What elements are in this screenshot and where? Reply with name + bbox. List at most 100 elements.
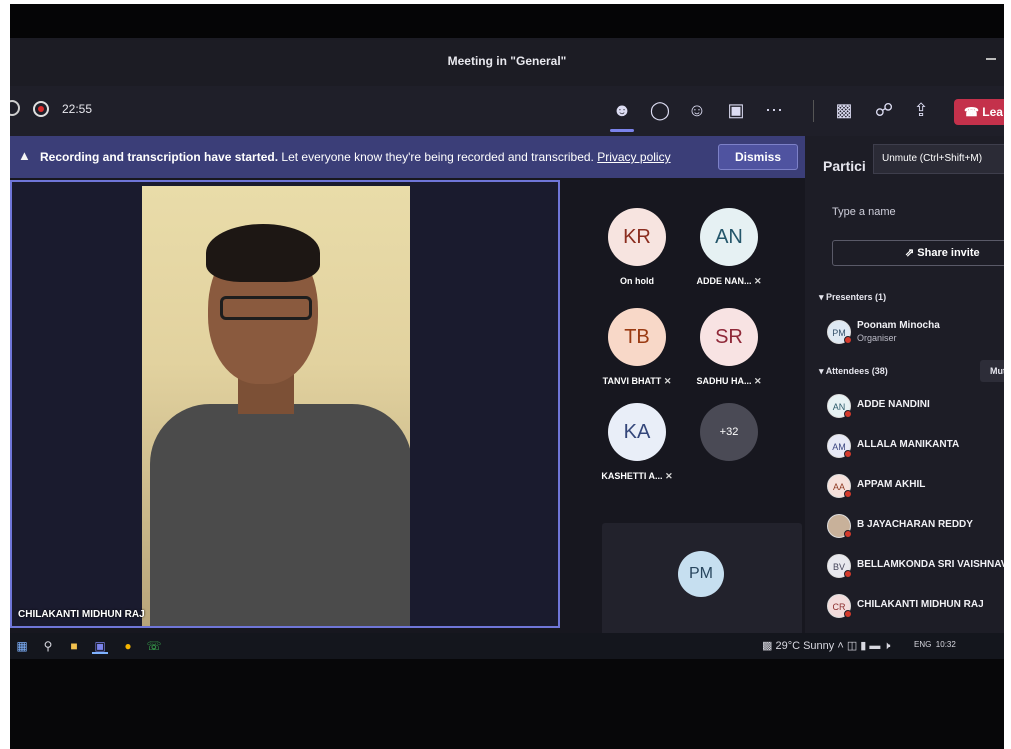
participant-row[interactable]: BV BELLAMKONDA SRI VAISHNAVI xyxy=(827,552,1004,580)
weather-icon: ▩ xyxy=(762,640,776,652)
share-icon[interactable]: ⇪ xyxy=(907,96,935,124)
clock-time: 10:32 xyxy=(935,640,956,649)
attendees-heading[interactable]: ▾ Attendees (38) xyxy=(819,366,888,377)
participant-tile[interactable]: SR SADHU HA... ✕ xyxy=(684,308,774,398)
share-invite-label: Share invite xyxy=(917,247,980,259)
tile-name: SADHU HA... xyxy=(696,376,752,386)
participant-tile[interactable]: TB TANVI BHATT ✕ xyxy=(592,308,682,398)
avatar: AA xyxy=(827,474,852,498)
presence-dot xyxy=(844,450,852,458)
search-icon[interactable]: ⚲ xyxy=(40,638,56,654)
participant-row[interactable]: AA APPAM AKHIL xyxy=(827,472,1004,500)
banner-bold-text: Recording and transcription have started… xyxy=(40,150,279,164)
presenters-heading[interactable]: ▾ Presenters (1) xyxy=(819,292,886,303)
avatar xyxy=(827,514,852,538)
participant-tile[interactable]: +32 xyxy=(684,403,774,493)
avatar: AM xyxy=(827,434,852,458)
weather-text: 29°C Sunny xyxy=(775,640,835,652)
recording-banner: ▲ Recording and transcription have start… xyxy=(10,136,805,178)
reactions-icon[interactable]: ☺ xyxy=(683,96,711,124)
participant-tile[interactable]: AN ADDE NAN... ✕ xyxy=(684,208,774,298)
avatar: AN xyxy=(700,208,758,266)
avatar: +32 xyxy=(700,403,758,461)
chat-icon[interactable]: ◯ xyxy=(646,96,674,124)
search-input[interactable]: Type a name xyxy=(832,206,1004,228)
meeting-timer: 22:55 xyxy=(62,102,93,116)
mic-off-icon: ✕ xyxy=(751,376,762,386)
meeting-toolbar: 22:55 ☻ ◯ ☺ ▣ ⋯ ▩ ☍ ⇪ ☎ Lea xyxy=(10,86,1004,136)
rooms-icon[interactable]: ▣ xyxy=(722,96,750,124)
tile-name: TANVI BHATT xyxy=(602,376,662,386)
shield-icon xyxy=(10,100,20,116)
tile-name: ADDE NAN... xyxy=(696,276,752,286)
presence-dot xyxy=(844,570,852,578)
more-icon[interactable]: ⋯ xyxy=(760,96,788,124)
teams-icon[interactable]: ▣ xyxy=(92,638,108,654)
dismiss-button[interactable]: Dismiss xyxy=(718,144,798,170)
avatar: AN xyxy=(827,394,852,418)
participant-tile[interactable]: KR On hold xyxy=(592,208,682,298)
avatar-initials: PM xyxy=(832,328,846,338)
avatar: KR xyxy=(608,208,666,266)
weather-widget[interactable]: ▩ 29°C Sunny ˄ ◫ ▮ ▬ 🕨 xyxy=(762,639,890,653)
participant-row[interactable]: CR CHILAKANTI MIDHUN RAJ xyxy=(827,592,1004,620)
language-indicator: ENG xyxy=(914,640,932,649)
tile-label: ADDE NAN... ✕ xyxy=(684,276,774,287)
avatar-initials: AM xyxy=(832,442,846,452)
minimize-button[interactable] xyxy=(986,58,996,60)
meeting-stage: CHILAKANTI MIDHUN RAJ KR On hold AN ADDE NA… xyxy=(10,178,805,638)
leave-label: Lea xyxy=(982,105,1003,119)
presence-dot xyxy=(844,336,852,344)
participant-name: CHILAKANTI MIDHUN RAJ xyxy=(857,599,984,610)
window-title: Meeting in "General" xyxy=(447,54,567,68)
presence-dot xyxy=(844,610,852,618)
chrome-icon[interactable]: ● xyxy=(120,638,136,654)
participants-panel: Partici Unmute (Ctrl+Shift+M) Type a nam… xyxy=(805,136,1004,633)
file-explorer-icon[interactable]: ■ xyxy=(66,638,82,654)
avatar-initials: CR xyxy=(832,602,846,612)
avatar: SR xyxy=(700,308,758,366)
leave-button[interactable]: ☎ Lea xyxy=(954,99,1004,125)
panel-title: Partici xyxy=(823,158,866,174)
privacy-policy-link[interactable]: Privacy policy xyxy=(597,150,670,164)
avatar: KA xyxy=(608,403,666,461)
participant-row[interactable]: AM ALLALA MANIKANTA xyxy=(827,432,1004,460)
participant-row[interactable]: PM Poonam Minocha Organiser xyxy=(827,318,1004,346)
mic-off-icon[interactable]: ☍ xyxy=(870,96,898,124)
presence-dot xyxy=(844,410,852,418)
monitor-bezel-bottom xyxy=(10,659,1004,749)
share-icon: ⇗ xyxy=(905,247,918,259)
share-invite-button[interactable]: ⇗ Share invite xyxy=(832,240,1004,266)
presenters-heading-label: Presenters (1) xyxy=(826,292,887,302)
participant-row[interactable]: AN ADDE NANDINI xyxy=(827,392,1004,420)
avatar: PM xyxy=(678,551,724,597)
participant-name: ADDE NANDINI xyxy=(857,399,930,410)
warning-icon: ▲ xyxy=(18,148,31,163)
tile-label: On hold xyxy=(592,276,682,286)
monitor-bezel xyxy=(10,4,1004,38)
avatar: BV xyxy=(827,554,852,578)
tile-label: SADHU HA... ✕ xyxy=(684,376,774,387)
people-icon[interactable]: ☻ xyxy=(608,96,636,132)
mute-all-button[interactable]: Mute xyxy=(980,360,1004,382)
mic-off-icon: ✕ xyxy=(662,471,673,481)
toolbar-divider xyxy=(813,100,814,122)
whatsapp-icon[interactable]: ☏ xyxy=(146,638,162,654)
tray-clock[interactable]: ENG 10:32 xyxy=(914,640,956,649)
tile-label: KASHETTI A... ✕ xyxy=(592,471,682,482)
windows-start-icon[interactable]: ▦ xyxy=(14,638,30,654)
tile-name: KASHETTI A... xyxy=(601,471,663,481)
person-torso xyxy=(150,404,410,626)
camera-off-icon[interactable]: ▩ xyxy=(830,96,858,124)
main-video-tile[interactable]: CHILAKANTI MIDHUN RAJ xyxy=(10,180,560,628)
participant-tiles: KR On hold AN ADDE NAN... ✕ TB TANVI BHATT ✕ S… xyxy=(592,188,802,638)
tile-label: TANVI BHATT ✕ xyxy=(592,376,682,387)
organiser-tile[interactable]: PM xyxy=(602,523,802,638)
avatar: TB xyxy=(608,308,666,366)
participant-role: Organiser xyxy=(857,333,897,343)
participant-name: BELLAMKONDA SRI VAISHNAVI xyxy=(857,559,1004,570)
participant-tile[interactable]: KA KASHETTI A... ✕ xyxy=(592,403,682,493)
tile-name: On hold xyxy=(620,276,654,286)
banner-message: Recording and transcription have started… xyxy=(40,150,671,164)
participant-row[interactable]: B JAYACHARAN REDDY xyxy=(827,512,1004,540)
